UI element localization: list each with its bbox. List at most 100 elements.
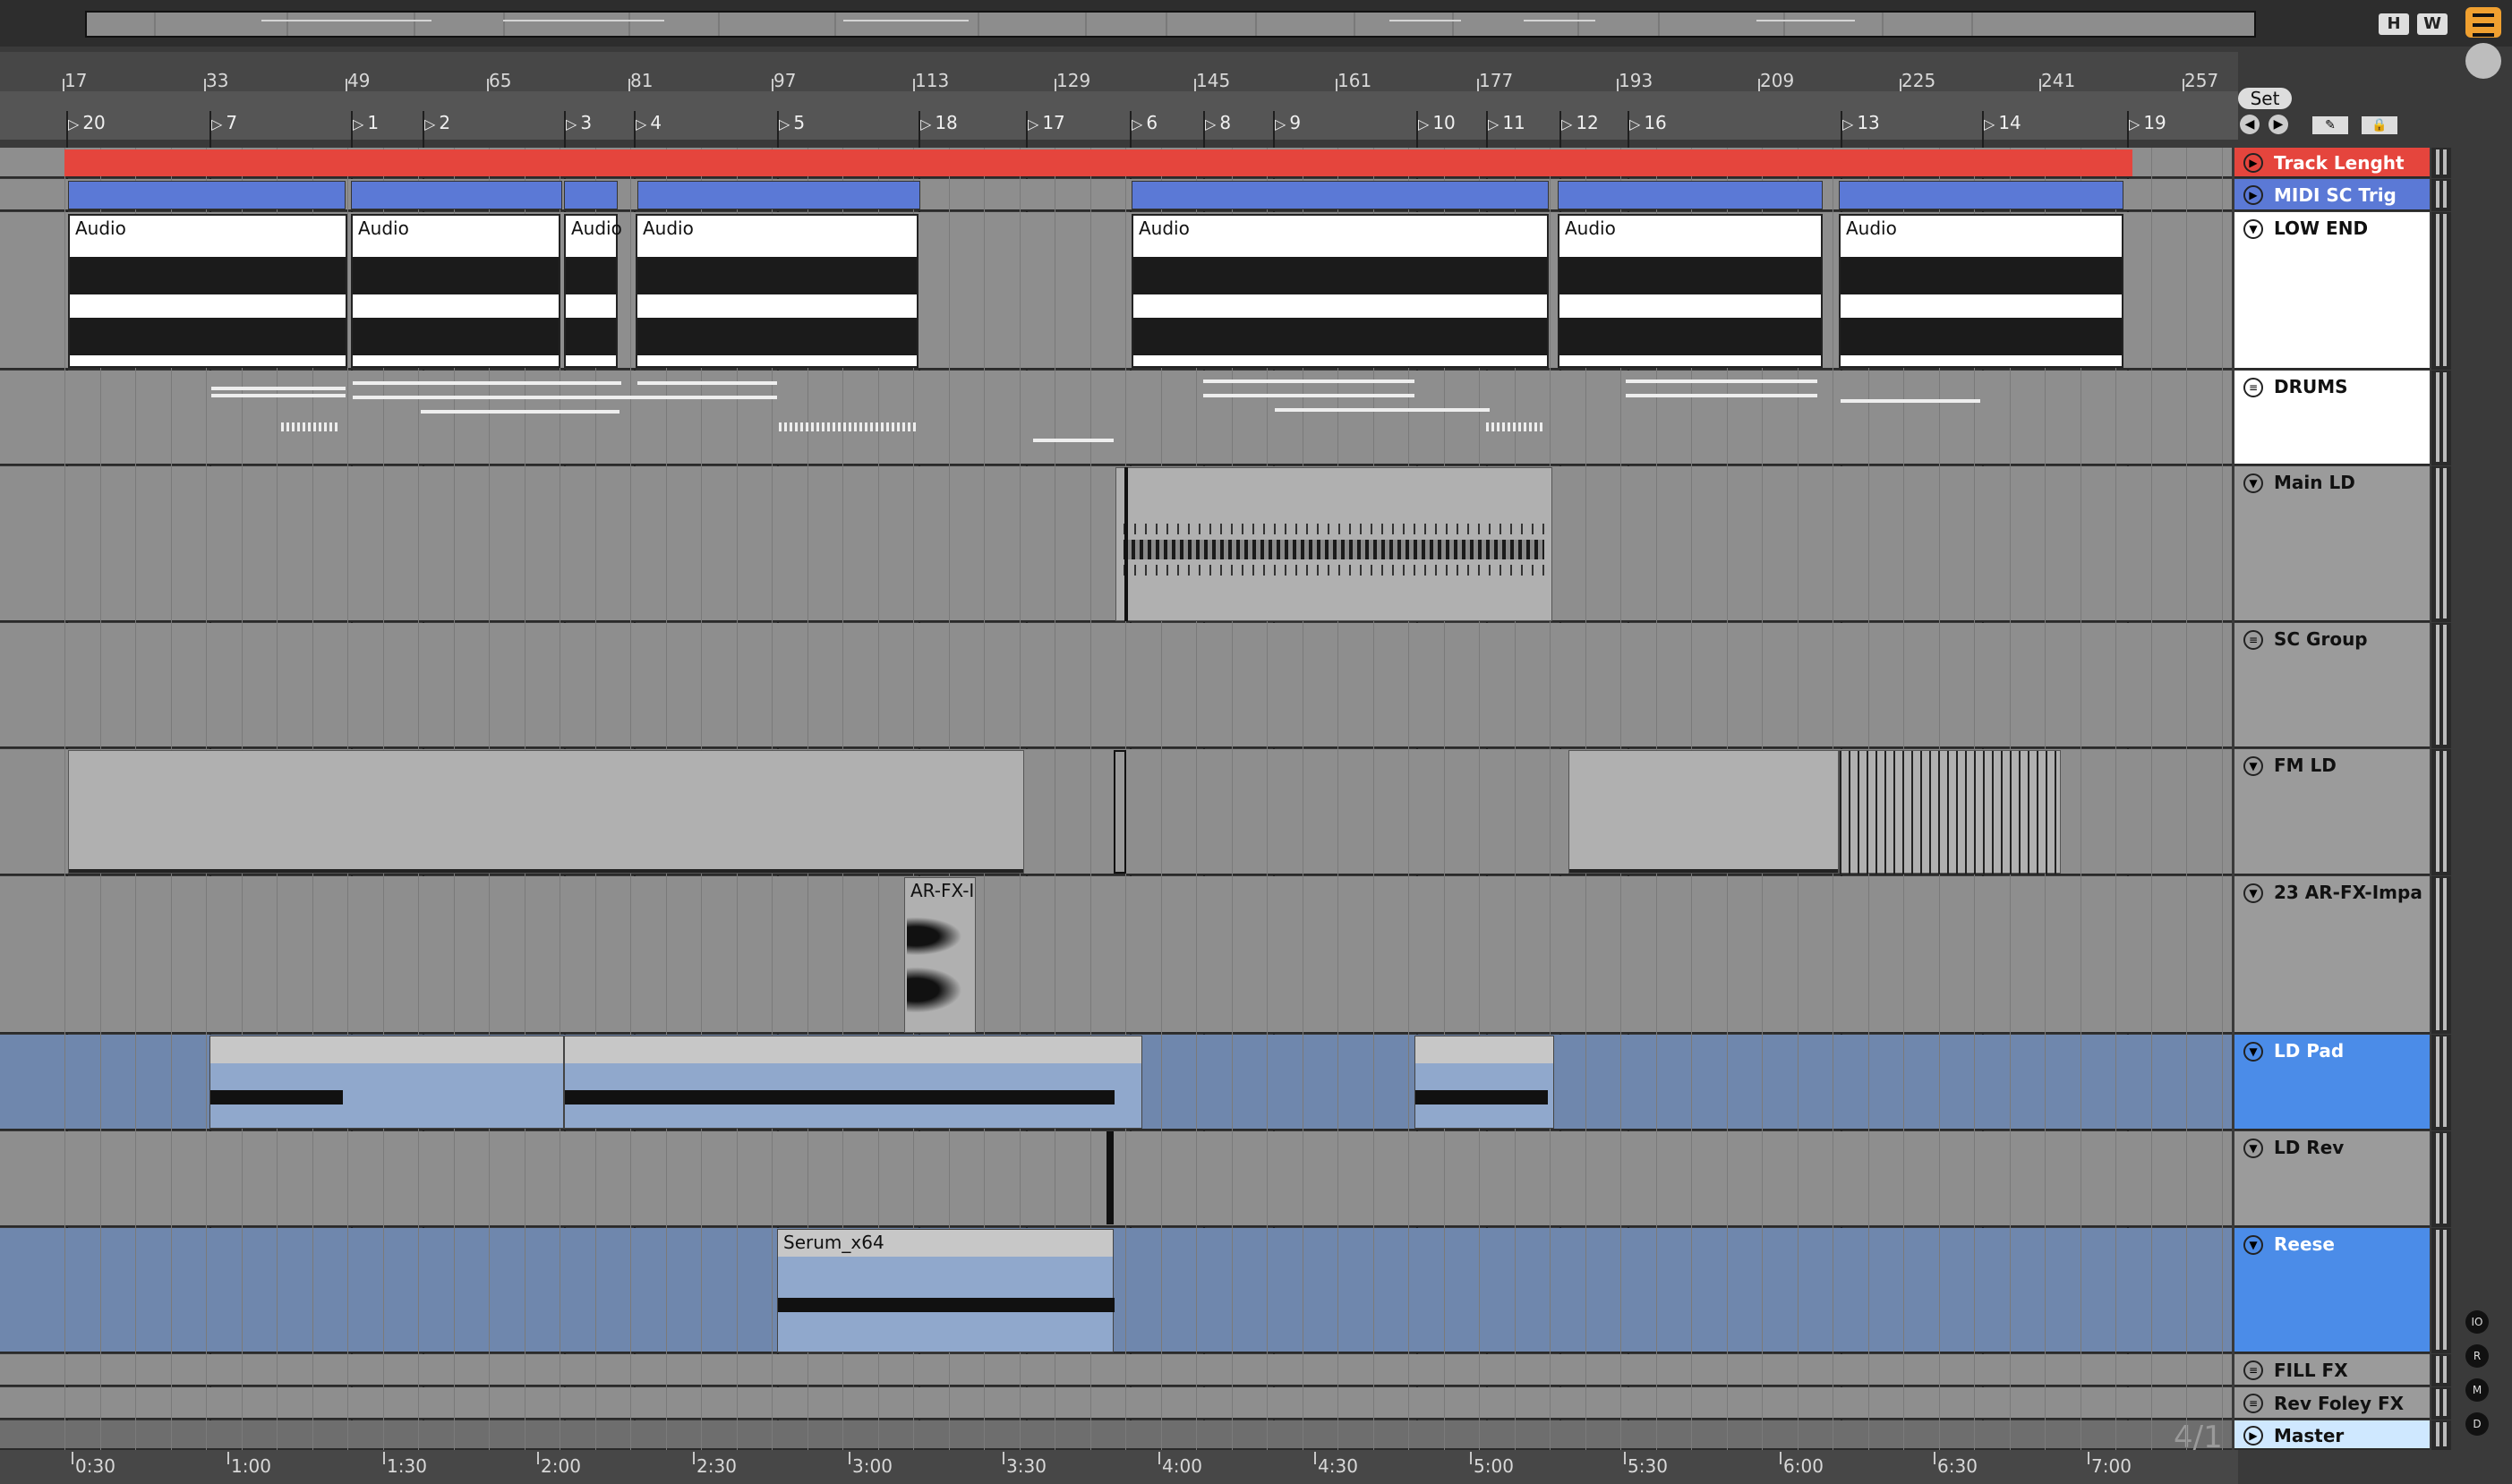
- ar-fx-clip[interactable]: AR-FX-I: [904, 877, 976, 1033]
- locator-9[interactable]: ▷ 9: [1275, 111, 1301, 134]
- locator-play-icon[interactable]: ▷: [1132, 115, 1142, 132]
- locator-14[interactable]: ▷ 14: [1984, 111, 2021, 134]
- next-locator-icon[interactable]: ▶: [2268, 115, 2288, 134]
- drum-notes[interactable]: [421, 410, 619, 414]
- locator-play-icon[interactable]: ▷: [1028, 115, 1038, 132]
- locator-play-icon[interactable]: ▷: [1205, 115, 1216, 132]
- track-length-clip[interactable]: [64, 149, 2132, 176]
- locator-20[interactable]: ▷ 20: [68, 111, 106, 134]
- ld-pad-clip[interactable]: [564, 1036, 1142, 1129]
- lane-reese[interactable]: [0, 1228, 2232, 1353]
- locator-7[interactable]: ▷ 7: [211, 111, 237, 134]
- locator-play-icon[interactable]: ▷: [2129, 115, 2140, 132]
- locator-strip[interactable]: [0, 91, 2238, 140]
- side-toggle-button[interactable]: M: [2465, 1378, 2489, 1402]
- track-fold-icon[interactable]: ≡: [2243, 378, 2263, 397]
- track-header[interactable]: ▶ Track Lenght: [2234, 148, 2430, 178]
- drum-notes[interactable]: [211, 394, 346, 397]
- audio-clip[interactable]: Audio: [564, 214, 622, 368]
- lane-master[interactable]: [0, 1420, 2232, 1450]
- ld-pad-clip[interactable]: [209, 1036, 564, 1129]
- time-ruler[interactable]: [0, 1450, 2238, 1484]
- track-header[interactable]: ≡ SC Group: [2234, 623, 2430, 748]
- track-header[interactable]: ▼ LOW END: [2234, 212, 2430, 370]
- audio-clip[interactable]: Audio: [1558, 214, 1823, 368]
- locator-play-icon[interactable]: ▷: [68, 115, 79, 132]
- locator-1[interactable]: ▷ 1: [353, 111, 379, 134]
- drum-notes[interactable]: [1033, 439, 1114, 442]
- side-toggle-button[interactable]: IO: [2465, 1310, 2489, 1334]
- audio-clip[interactable]: Audio: [351, 214, 560, 368]
- midi-sc-trig-clip[interactable]: [1839, 181, 2123, 209]
- drum-notes[interactable]: [353, 396, 777, 399]
- midi-sc-trig-clip[interactable]: [68, 181, 346, 209]
- track-fold-icon[interactable]: ▶: [2243, 153, 2263, 173]
- drum-notes[interactable]: [637, 381, 777, 385]
- track-header[interactable]: ▼ LD Rev: [2234, 1131, 2430, 1227]
- previous-locator-icon[interactable]: ◀: [2240, 115, 2260, 134]
- locator-play-icon[interactable]: ▷: [779, 115, 790, 132]
- overview-scrollbar[interactable]: [85, 11, 2256, 38]
- ld-pad-clip[interactable]: [1414, 1036, 1554, 1129]
- locator-play-icon[interactable]: ▷: [1629, 115, 1640, 132]
- reese-clip[interactable]: Serum_x64: [777, 1229, 1115, 1352]
- fm-ld-clip[interactable]: [68, 750, 1024, 874]
- locator-play-icon[interactable]: ▷: [1275, 115, 1286, 132]
- track-header[interactable]: ≡ FILL FX: [2234, 1354, 2430, 1386]
- fit-width-button[interactable]: W: [2417, 13, 2448, 35]
- ld-rev-clip[interactable]: [1106, 1131, 1114, 1224]
- locator-18[interactable]: ▷ 18: [920, 111, 958, 134]
- midi-sc-trig-clip[interactable]: [564, 181, 618, 209]
- locator-10[interactable]: ▷ 10: [1418, 111, 1456, 134]
- track-header[interactable]: ▶ MIDI SC Trig: [2234, 179, 2430, 211]
- locator-5[interactable]: ▷ 5: [779, 111, 805, 134]
- locator-3[interactable]: ▷ 3: [566, 111, 592, 134]
- arrangement-overview[interactable]: [0, 0, 2512, 47]
- lane-rev-foley-fx[interactable]: [0, 1387, 2232, 1420]
- locator-11[interactable]: ▷ 11: [1488, 111, 1525, 134]
- locator-play-icon[interactable]: ▷: [1561, 115, 1572, 132]
- drum-hats[interactable]: [779, 422, 917, 431]
- lane-drums[interactable]: [0, 371, 2232, 465]
- locator-12[interactable]: ▷ 12: [1561, 111, 1599, 134]
- locator-play-icon[interactable]: ▷: [636, 115, 646, 132]
- track-fold-icon[interactable]: ▶: [2243, 1425, 2263, 1446]
- locator-play-icon[interactable]: ▷: [566, 115, 577, 132]
- audio-clip[interactable]: Audio: [68, 214, 347, 368]
- track-fold-icon[interactable]: ≡: [2243, 1394, 2263, 1413]
- audio-clip[interactable]: Audio: [1132, 214, 1549, 368]
- drum-notes[interactable]: [1203, 380, 1414, 383]
- track-header[interactable]: ≡ Rev Foley FX: [2234, 1387, 2430, 1420]
- track-header[interactable]: ≡ DRUMS: [2234, 371, 2430, 465]
- drum-notes[interactable]: [1203, 394, 1414, 397]
- browser-toggle-icon[interactable]: [2465, 43, 2501, 79]
- main-ld-clip[interactable]: [1115, 467, 1552, 621]
- side-toggle-button[interactable]: D: [2465, 1412, 2489, 1436]
- track-fold-icon[interactable]: ≡: [2243, 630, 2263, 650]
- drum-notes[interactable]: [1626, 394, 1817, 397]
- midi-sc-trig-clip[interactable]: [351, 181, 562, 209]
- draw-mode-icon[interactable]: ✎: [2312, 116, 2348, 134]
- fit-height-button[interactable]: H: [2379, 13, 2409, 35]
- locator-6[interactable]: ▷ 6: [1132, 111, 1158, 134]
- track-header[interactable]: ▼ FM LD: [2234, 749, 2430, 875]
- lane-sc-group[interactable]: [0, 623, 2232, 748]
- drum-hats[interactable]: [1486, 422, 1545, 431]
- audio-clip[interactable]: Audio: [636, 214, 919, 368]
- locator-4[interactable]: ▷ 4: [636, 111, 662, 134]
- fm-ld-clip[interactable]: [1839, 750, 2061, 874]
- locator-play-icon[interactable]: ▷: [1984, 115, 1995, 132]
- locator-16[interactable]: ▷ 16: [1629, 111, 1667, 134]
- drum-notes[interactable]: [211, 387, 346, 390]
- locator-play-icon[interactable]: ▷: [1488, 115, 1499, 132]
- locator-17[interactable]: ▷ 17: [1028, 111, 1065, 134]
- audio-clip[interactable]: Audio: [1839, 214, 2123, 368]
- locator-play-icon[interactable]: ▷: [424, 115, 435, 132]
- locator-play-icon[interactable]: ▷: [353, 115, 363, 132]
- locator-19[interactable]: ▷ 19: [2129, 111, 2166, 134]
- lane-ar-fx-impact[interactable]: [0, 876, 2232, 1034]
- track-header[interactable]: ▼ LD Pad: [2234, 1035, 2430, 1130]
- locator-play-icon[interactable]: ▷: [920, 115, 931, 132]
- drum-notes[interactable]: [1841, 399, 1980, 403]
- drum-notes[interactable]: [1275, 408, 1490, 412]
